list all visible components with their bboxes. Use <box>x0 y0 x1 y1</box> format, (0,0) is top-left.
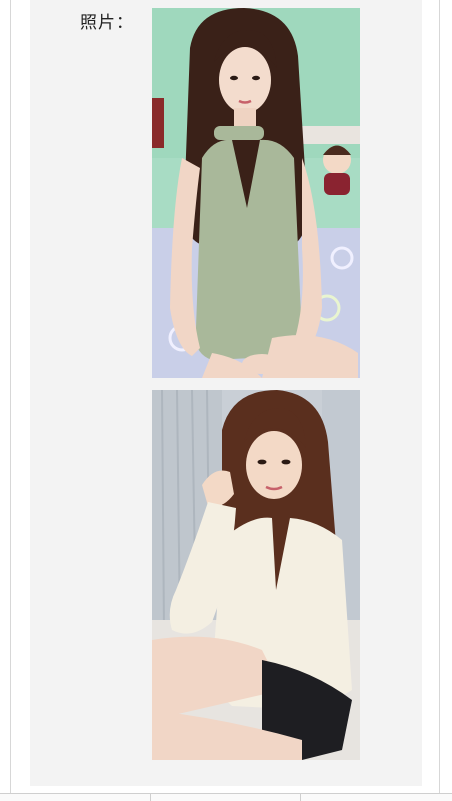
photo-2[interactable] <box>152 390 360 760</box>
photo-1[interactable] <box>152 8 360 378</box>
photo-1-image <box>152 8 360 378</box>
photo-2-image <box>152 390 360 760</box>
photo-label: 照片： <box>80 13 134 33</box>
